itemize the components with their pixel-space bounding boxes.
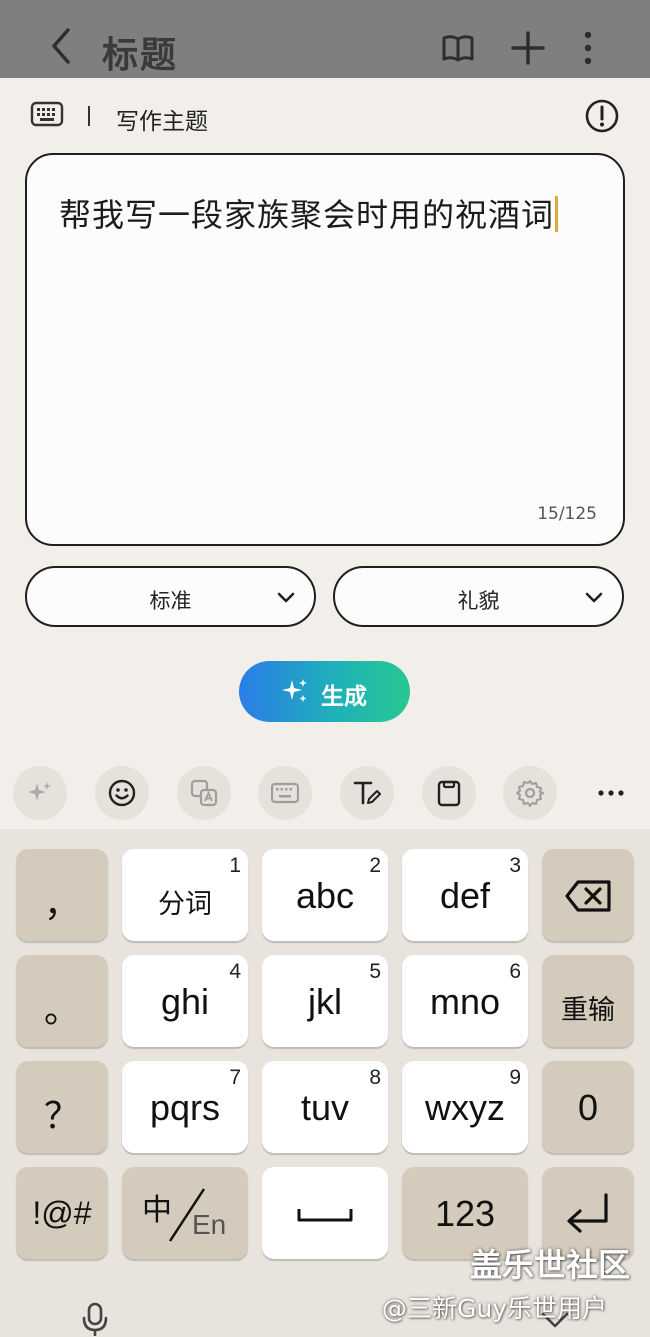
prompt-input[interactable]: 帮我写一段家族聚会时用的祝酒词 15/125 [25, 153, 625, 546]
key-question[interactable]: ？ [16, 1061, 108, 1153]
back-icon[interactable] [44, 26, 76, 66]
ai-sparkle-button[interactable] [13, 766, 67, 820]
key-retype[interactable]: 重输 [542, 955, 634, 1047]
key-label: 0 [577, 1087, 599, 1128]
style-select[interactable]: 标准 [25, 566, 316, 627]
translate-icon [190, 779, 218, 807]
key-2[interactable]: 2 abc [262, 849, 388, 941]
more-icon[interactable] [596, 780, 626, 806]
key-9[interactable]: 9 wxyz [402, 1061, 528, 1153]
writing-topic-label: 写作主题 [116, 109, 208, 135]
generate-label: 生成 [321, 684, 367, 710]
chevron-down-icon [277, 592, 295, 603]
style-select-value: 标准 [149, 589, 192, 613]
key-label: def [439, 875, 491, 916]
key-label: ghi [160, 981, 210, 1022]
char-counter: 15/125 [537, 504, 597, 524]
backspace-icon [565, 880, 611, 912]
clipboard-icon [437, 780, 461, 807]
text-edit-icon [353, 781, 381, 805]
emoji-icon [108, 779, 136, 807]
key-label: wxyz [425, 1087, 505, 1128]
keyboard-toolbar [0, 760, 650, 826]
tone-select[interactable]: 礼貌 [333, 566, 624, 627]
key-language-switch[interactable]: 中 En [122, 1167, 248, 1259]
key-label: 分词 [158, 889, 212, 920]
enter-icon [567, 1193, 608, 1233]
info-icon[interactable] [584, 98, 620, 134]
key-label: jkl [308, 981, 342, 1022]
key-0[interactable]: 0 [542, 1061, 634, 1153]
add-icon[interactable] [510, 30, 546, 66]
key-number: 1 [229, 854, 241, 877]
key-label: abc [295, 875, 355, 916]
generate-button[interactable]: 生成 [239, 661, 410, 722]
key-backspace[interactable] [542, 849, 634, 941]
key-label: 重输 [561, 995, 615, 1026]
divider [88, 106, 90, 126]
watermark-user: @三新Guy乐世用户 [382, 1294, 608, 1323]
prompt-text: 帮我写一段家族聚会时用的祝酒词 [59, 196, 555, 234]
tone-select-value: 礼貌 [457, 589, 500, 613]
key-period[interactable]: 。 [16, 955, 108, 1047]
lang-english-label: En [192, 1209, 227, 1240]
more-options-icon[interactable] [574, 28, 602, 68]
key-label: !@# [32, 1195, 92, 1231]
key-label: 。 [43, 989, 80, 1030]
app-bar: 标题 [0, 0, 650, 78]
key-1[interactable]: 1 分词 [122, 849, 248, 941]
watermark-community: 盖乐世社区 [470, 1246, 631, 1284]
key-label: ？ [43, 1095, 80, 1136]
key-6[interactable]: 6 mno [402, 955, 528, 1047]
key-7[interactable]: 7 pqrs [122, 1061, 248, 1153]
key-4[interactable]: 4 ghi [122, 955, 248, 1047]
key-5[interactable]: 5 jkl [262, 955, 388, 1047]
key-comma[interactable]: ， [16, 849, 108, 941]
key-label: mno [429, 981, 501, 1022]
microphone-icon[interactable] [80, 1302, 110, 1337]
keyboard-icon [271, 782, 299, 804]
key-symbols[interactable]: !@# [16, 1167, 108, 1259]
key-label: tuv [300, 1087, 350, 1128]
key-space[interactable] [262, 1167, 388, 1259]
chevron-down-icon [585, 592, 603, 603]
writing-assist-header: 写作主题 [0, 78, 650, 154]
page-title: 标题 [102, 35, 179, 76]
settings-icon [516, 780, 544, 807]
settings-button[interactable] [503, 766, 557, 820]
key-label: 123 [434, 1193, 496, 1234]
key-label: ， [43, 883, 80, 924]
key-label: pqrs [149, 1087, 221, 1128]
reader-mode-icon[interactable] [440, 30, 476, 66]
clipboard-button[interactable] [422, 766, 476, 820]
keyboard-icon[interactable] [30, 100, 64, 128]
space-icon [297, 1209, 353, 1222]
keyboard-mode-button[interactable] [258, 766, 312, 820]
ai-sparkle-icon [28, 782, 51, 801]
text-edit-button[interactable] [340, 766, 394, 820]
key-8[interactable]: 8 tuv [262, 1061, 388, 1153]
translate-button[interactable] [177, 766, 231, 820]
sparkle-icon [282, 679, 307, 702]
text-cursor [555, 196, 559, 232]
key-3[interactable]: 3 def [402, 849, 528, 941]
emoji-button[interactable] [95, 766, 149, 820]
